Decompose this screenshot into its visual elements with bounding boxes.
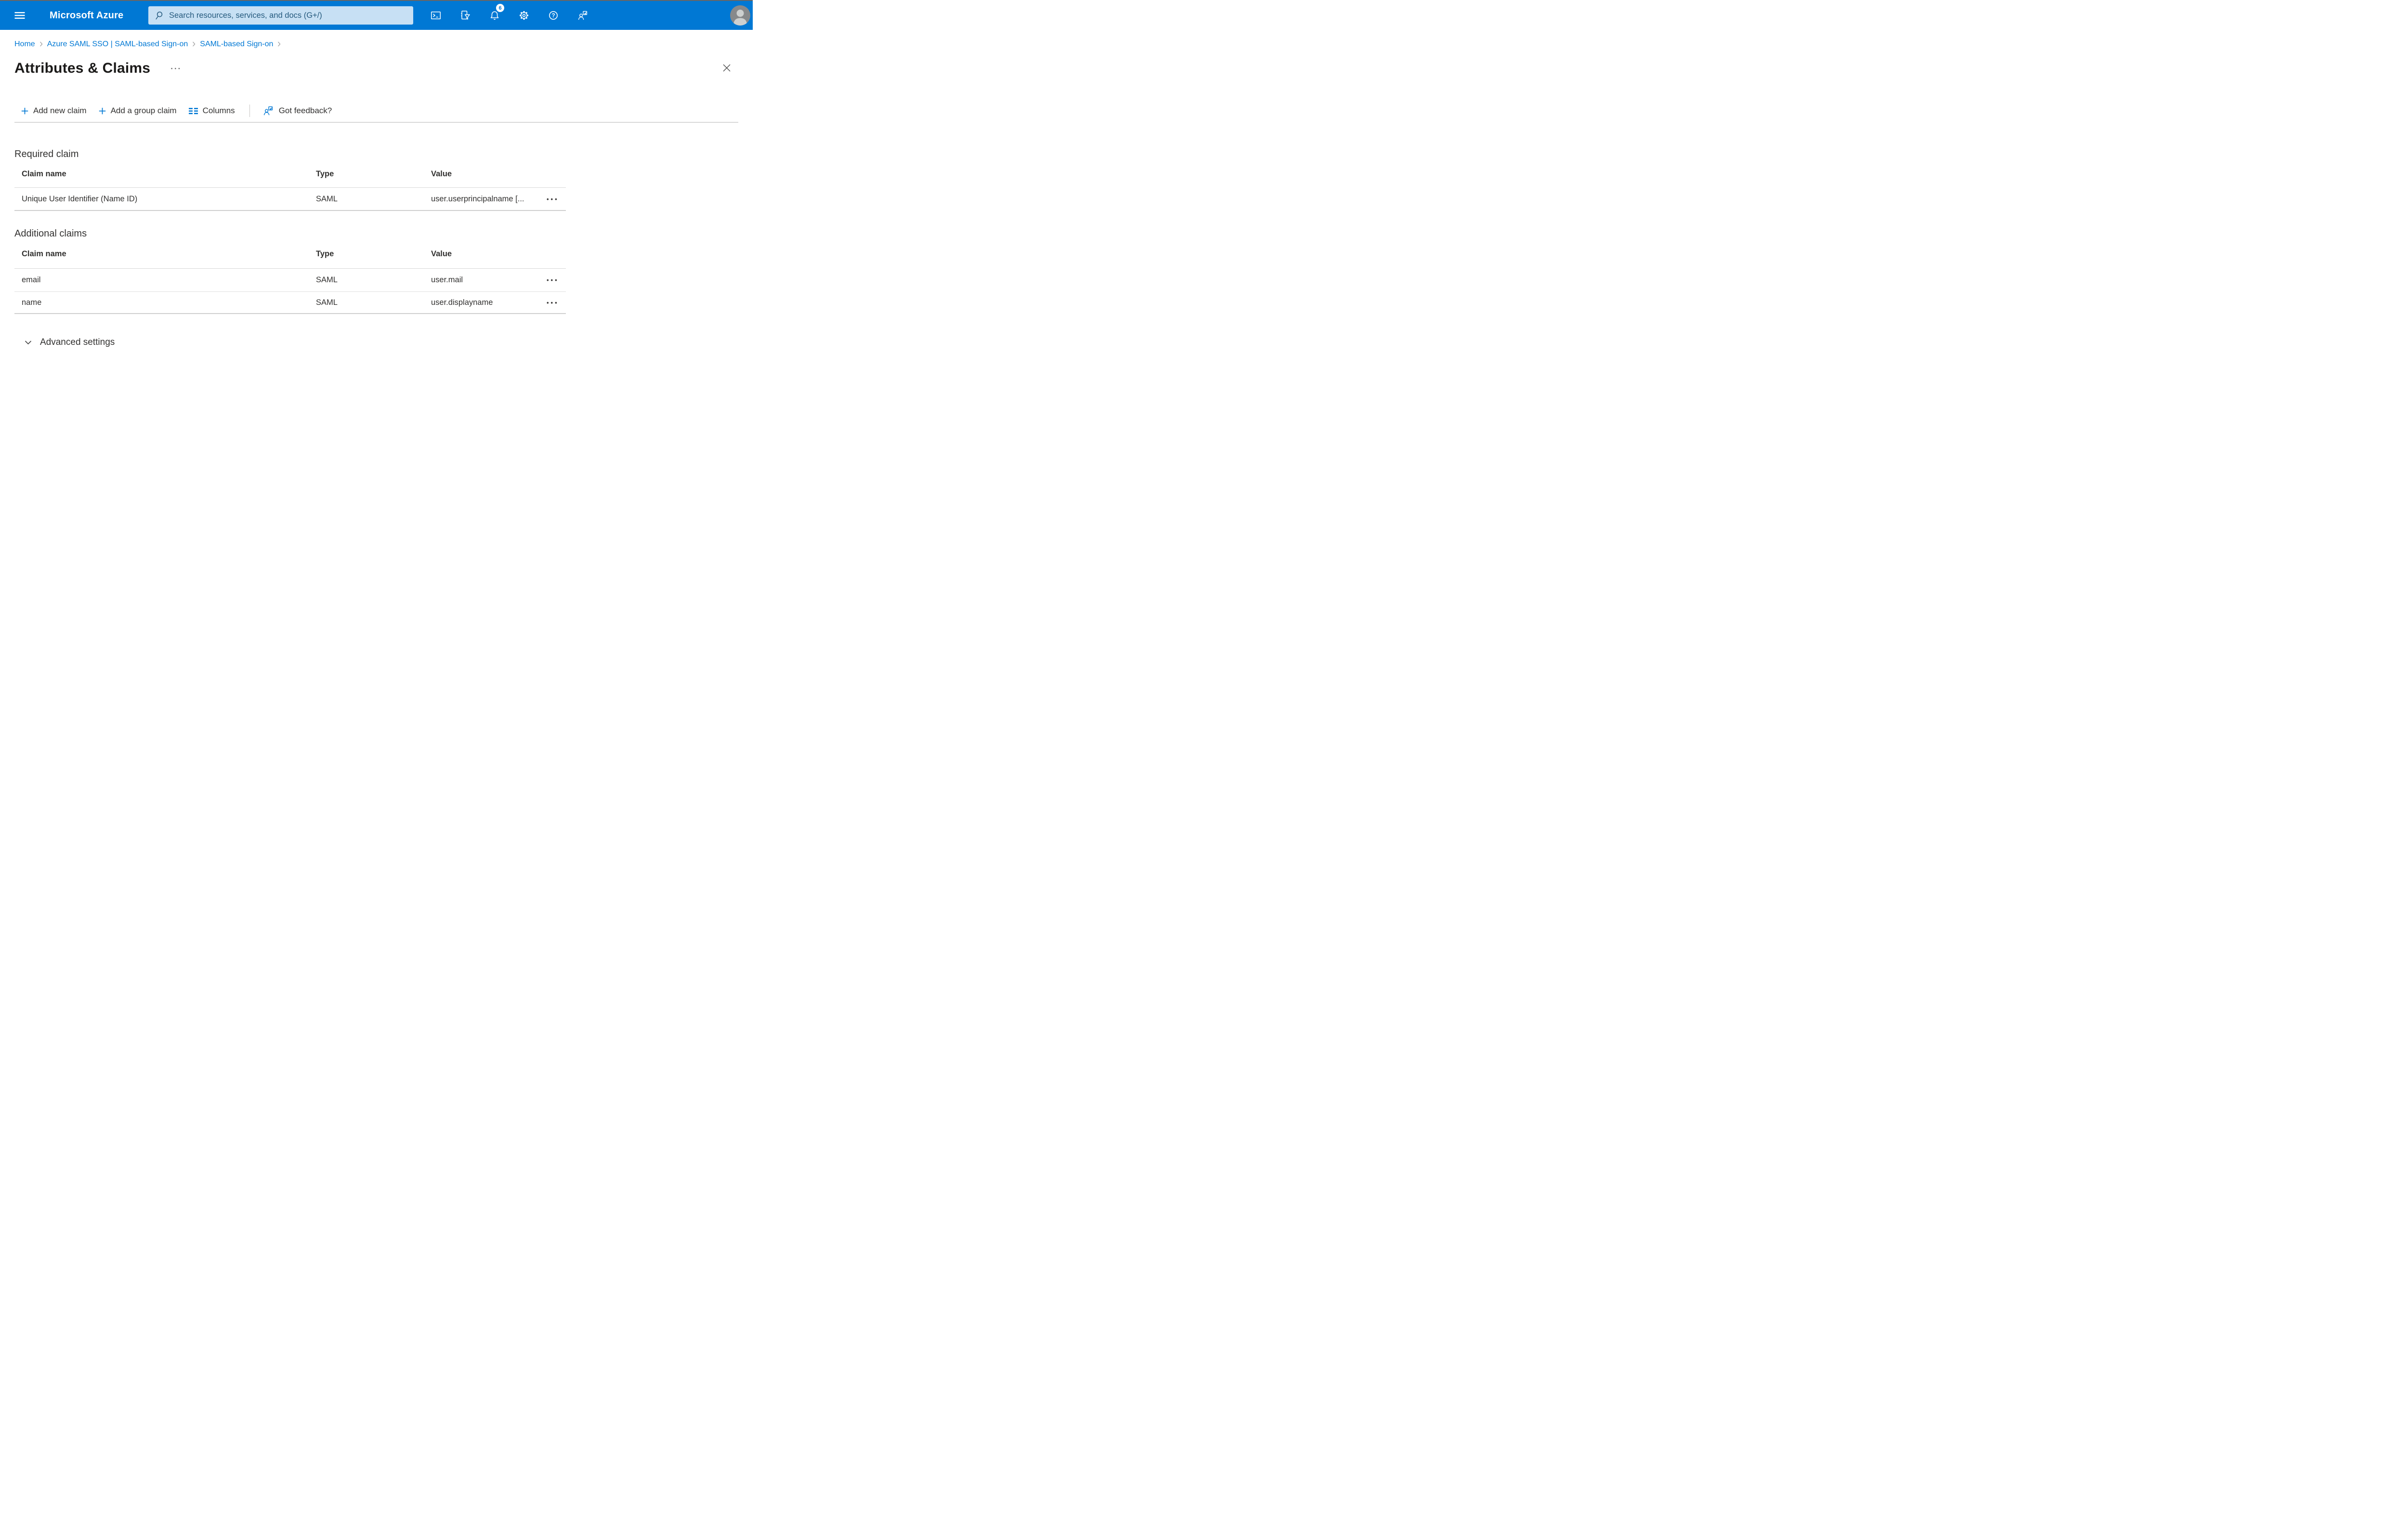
title-overflow-menu[interactable]: ··· [170, 65, 182, 73]
azure-top-bar: Microsoft Azure Search resources, servic… [0, 1, 753, 30]
column-header-type: Type [316, 249, 334, 258]
search-input[interactable] [168, 10, 407, 21]
additional-claims-table: Claim name Type Value email SAML user.ma… [14, 240, 566, 314]
breadcrumb-sso-link[interactable]: Azure SAML SSO | SAML-based Sign-on [47, 40, 188, 49]
settings-gear-icon [520, 11, 528, 20]
row-context-menu-button[interactable]: ••• [546, 277, 559, 283]
additional-claims-heading: Additional claims [14, 228, 87, 239]
page-content: Home Azure SAML SSO | SAML-based Sign-on… [0, 39, 753, 349]
got-feedback-button[interactable]: Got feedback? [262, 105, 332, 117]
toolbar-divider [14, 122, 738, 123]
claim-type-cell: SAML [316, 194, 338, 203]
column-header-claim-name: Claim name [22, 169, 66, 178]
global-search[interactable] [148, 6, 413, 25]
feedback-button[interactable] [573, 6, 592, 25]
breadcrumb-signon-link[interactable]: SAML-based Sign-on [200, 40, 273, 49]
claim-type-cell: SAML [316, 276, 338, 284]
advanced-settings-label: Advanced settings [40, 337, 115, 347]
row-context-menu-button[interactable]: ••• [546, 300, 559, 306]
feedback-icon [263, 106, 273, 116]
table-header-row: Claim name Type Value [14, 160, 566, 188]
user-avatar[interactable] [730, 5, 750, 26]
topbar-icon-group: 6 ? [426, 1, 592, 30]
settings-button[interactable] [514, 6, 534, 25]
hamburger-glyph [14, 12, 25, 19]
plus-icon [21, 107, 28, 114]
column-header-claim-name: Claim name [22, 249, 66, 258]
breadcrumb-chevron-icon [39, 40, 44, 48]
search-icon [156, 12, 163, 20]
hamburger-menu-icon[interactable] [8, 1, 32, 30]
claim-name-cell: Unique User Identifier (Name ID) [22, 194, 138, 203]
breadcrumb: Home Azure SAML SSO | SAML-based Sign-on… [14, 39, 738, 49]
breadcrumb-home-link[interactable]: Home [14, 40, 35, 49]
feedback-icon [578, 11, 588, 20]
row-menu-cell: ••• [546, 276, 566, 285]
claim-name-cell: name [22, 298, 42, 307]
cloud-shell-icon [431, 12, 441, 19]
help-button[interactable]: ? [544, 6, 563, 25]
add-new-claim-label: Add new claim [33, 106, 87, 115]
columns-button[interactable]: Columns [188, 106, 235, 116]
chevron-down-icon [25, 341, 32, 345]
table-row[interactable]: email SAML user.mail ••• [14, 269, 566, 292]
column-header-value: Value [431, 169, 452, 178]
table-header-row: Claim name Type Value [14, 240, 566, 269]
claim-type-cell: SAML [316, 298, 338, 307]
claim-value-cell: user.userprincipalname [... [431, 194, 524, 203]
row-menu-cell: ••• [546, 298, 566, 307]
breadcrumb-chevron-icon [191, 40, 196, 48]
add-new-claim-button[interactable]: Add new claim [21, 106, 87, 116]
claim-name-cell: email [22, 276, 41, 284]
plus-icon [99, 107, 105, 114]
advanced-settings-toggle[interactable]: Advanced settings [24, 336, 115, 349]
columns-label: Columns [202, 106, 235, 115]
column-header-type: Type [316, 169, 334, 178]
notifications-button[interactable]: 6 [485, 4, 504, 25]
svg-text:?: ? [551, 13, 555, 19]
title-row: Attributes & Claims ··· [14, 59, 738, 78]
required-claim-heading: Required claim [14, 149, 79, 159]
directory-filter-icon [461, 11, 470, 20]
claim-value-cell: user.displayname [431, 298, 493, 307]
close-icon [723, 64, 731, 72]
close-blade-button[interactable] [720, 61, 734, 75]
page-title: Attributes & Claims [14, 60, 151, 76]
cloud-shell-button[interactable] [426, 6, 445, 25]
table-row[interactable]: name SAML user.displayname ••• [14, 292, 566, 314]
brand-title[interactable]: Microsoft Azure [50, 1, 123, 30]
got-feedback-label: Got feedback? [278, 106, 332, 115]
notification-badge: 6 [496, 4, 504, 12]
required-claim-table: Claim name Type Value Unique User Identi… [14, 160, 566, 211]
column-header-value: Value [431, 249, 452, 258]
breadcrumb-chevron-icon [276, 40, 282, 48]
claim-value-cell: user.mail [431, 276, 463, 284]
toolbar-separator [249, 105, 250, 117]
help-icon: ? [549, 11, 558, 20]
columns-icon [188, 107, 198, 114]
add-group-claim-button[interactable]: Add a group claim [99, 106, 177, 116]
row-context-menu-button[interactable]: ••• [546, 196, 559, 202]
table-row[interactable]: Unique User Identifier (Name ID) SAML us… [14, 188, 566, 211]
avatar-silhouette-icon [733, 10, 747, 26]
command-bar: Add new claim Add a group claim Columns … [14, 104, 738, 118]
add-group-claim-label: Add a group claim [110, 106, 177, 115]
directory-filter-button[interactable] [456, 6, 475, 25]
row-menu-cell: ••• [546, 195, 566, 204]
